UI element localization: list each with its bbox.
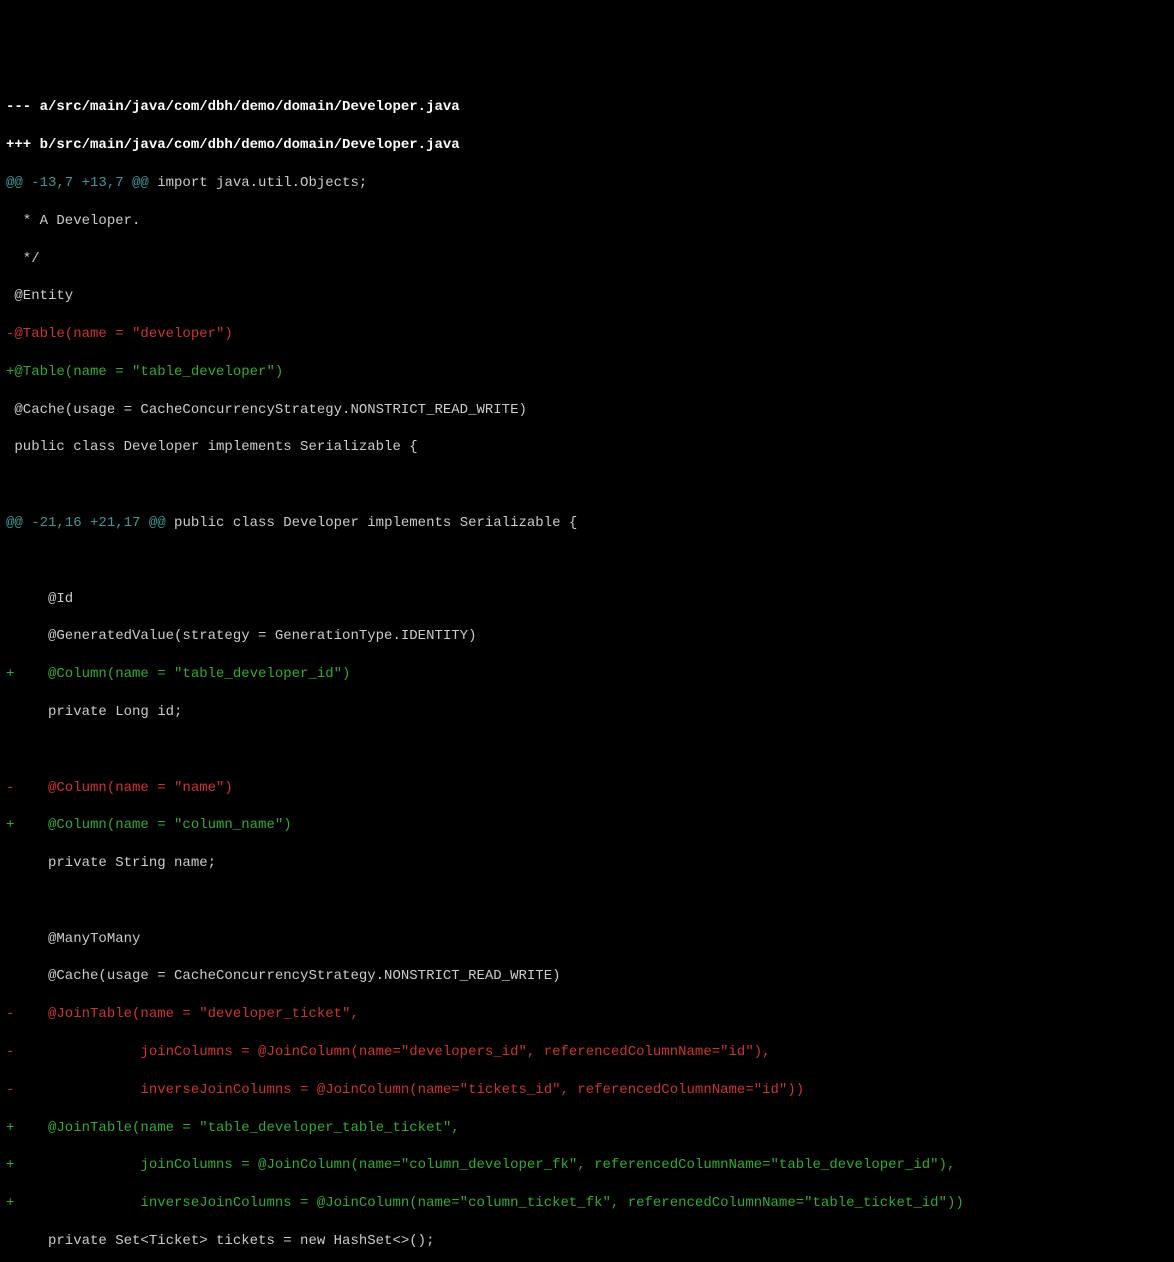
- removed-line: - @JoinTable(name = "developer_ticket",: [6, 1005, 1168, 1024]
- context-line: [6, 741, 1168, 760]
- context-line: private String name;: [6, 854, 1168, 873]
- context-line: @Entity: [6, 287, 1168, 306]
- context-line: @Cache(usage = CacheConcurrencyStrategy.…: [6, 967, 1168, 986]
- removed-line: - inverseJoinColumns = @JoinColumn(name=…: [6, 1081, 1168, 1100]
- removed-line: -@Table(name = "developer"): [6, 325, 1168, 344]
- diff-output: --- a/src/main/java/com/dbh/demo/domain/…: [6, 80, 1168, 1262]
- hunk-header-1: @@ -13,7 +13,7 @@ import java.util.Objec…: [6, 174, 1168, 193]
- added-line: + @Column(name = "table_developer_id"): [6, 665, 1168, 684]
- context-line: * A Developer.: [6, 212, 1168, 231]
- context-line: @Id: [6, 590, 1168, 609]
- context-line: */: [6, 250, 1168, 269]
- added-line: + inverseJoinColumns = @JoinColumn(name=…: [6, 1194, 1168, 1213]
- hunk-context: public class Developer implements Serial…: [166, 515, 578, 531]
- hunk-range: @@ -13,7 +13,7 @@: [6, 175, 149, 191]
- context-line: @GeneratedValue(strategy = GenerationTyp…: [6, 627, 1168, 646]
- context-line: private Set<Ticket> tickets = new HashSe…: [6, 1232, 1168, 1251]
- removed-line: - @Column(name = "name"): [6, 779, 1168, 798]
- added-line: +@Table(name = "table_developer"): [6, 363, 1168, 382]
- context-line: @ManyToMany: [6, 930, 1168, 949]
- context-line: public class Developer implements Serial…: [6, 438, 1168, 457]
- removed-line: - joinColumns = @JoinColumn(name="develo…: [6, 1043, 1168, 1062]
- context-line: [6, 892, 1168, 911]
- context-line: [6, 476, 1168, 495]
- added-line: + @Column(name = "column_name"): [6, 816, 1168, 835]
- hunk-range: @@ -21,16 +21,17 @@: [6, 515, 166, 531]
- diff-file-b: +++ b/src/main/java/com/dbh/demo/domain/…: [6, 136, 1168, 155]
- hunk-context: import java.util.Objects;: [149, 175, 367, 191]
- context-line: [6, 552, 1168, 571]
- added-line: + joinColumns = @JoinColumn(name="column…: [6, 1156, 1168, 1175]
- hunk-header-2: @@ -21,16 +21,17 @@ public class Develop…: [6, 514, 1168, 533]
- context-line: private Long id;: [6, 703, 1168, 722]
- added-line: + @JoinTable(name = "table_developer_tab…: [6, 1119, 1168, 1138]
- diff-file-a: --- a/src/main/java/com/dbh/demo/domain/…: [6, 98, 1168, 117]
- context-line: @Cache(usage = CacheConcurrencyStrategy.…: [6, 401, 1168, 420]
